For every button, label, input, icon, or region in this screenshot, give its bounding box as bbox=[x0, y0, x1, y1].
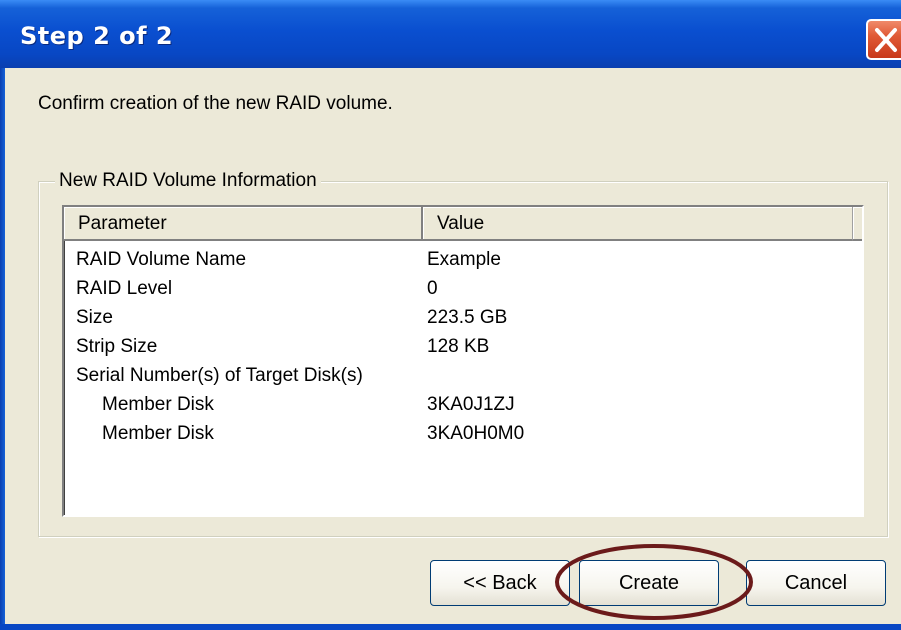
confirm-prompt: Confirm creation of the new RAID volume. bbox=[38, 93, 393, 114]
list-row[interactable]: Size 223.5 GB bbox=[76, 303, 856, 332]
group-label: New RAID Volume Information bbox=[55, 170, 321, 192]
list-row[interactable]: Serial Number(s) of Target Disk(s) bbox=[76, 361, 856, 390]
window-frame-left bbox=[0, 68, 5, 630]
column-header-filler bbox=[853, 207, 862, 241]
row-parameter: Serial Number(s) of Target Disk(s) bbox=[76, 365, 363, 386]
dialog-title: Step 2 of 2 bbox=[20, 22, 174, 50]
row-value bbox=[427, 361, 827, 390]
volume-info-list[interactable]: Parameter Value RAID Volume Name Example… bbox=[62, 205, 864, 517]
close-button[interactable] bbox=[866, 19, 901, 60]
dialog-window: Step 2 of 2 Confirm creation of the new … bbox=[0, 0, 901, 630]
row-value: 128 KB bbox=[427, 336, 490, 357]
row-parameter: Member Disk bbox=[102, 423, 214, 444]
window-frame-bottom bbox=[0, 624, 901, 630]
column-header-value[interactable]: Value bbox=[423, 207, 853, 241]
row-parameter: RAID Level bbox=[76, 278, 173, 299]
column-header-parameter[interactable]: Parameter bbox=[64, 207, 423, 241]
list-row[interactable]: RAID Level 0 bbox=[76, 274, 856, 303]
close-icon bbox=[875, 28, 897, 52]
row-parameter: RAID Volume Name bbox=[76, 249, 247, 270]
list-rows: RAID Volume Name Example RAID Level 0 Si… bbox=[76, 245, 856, 448]
row-value: Example bbox=[427, 249, 501, 270]
row-parameter: Size bbox=[76, 307, 113, 328]
row-value: 3KA0J1ZJ bbox=[427, 394, 515, 415]
list-row[interactable]: Strip Size 128 KB bbox=[76, 332, 856, 361]
row-parameter: Strip Size bbox=[76, 336, 158, 357]
row-value: 3KA0H0M0 bbox=[427, 423, 525, 444]
list-row[interactable]: Member Disk 3KA0H0M0 bbox=[76, 419, 856, 448]
back-button[interactable]: << Back bbox=[430, 560, 570, 606]
list-row[interactable]: Member Disk 3KA0J1ZJ bbox=[76, 390, 856, 419]
row-parameter: Member Disk bbox=[102, 394, 214, 415]
title-bar[interactable]: Step 2 of 2 bbox=[0, 0, 901, 68]
list-header: Parameter Value bbox=[64, 207, 862, 241]
list-row[interactable]: RAID Volume Name Example bbox=[76, 245, 856, 274]
row-value: 223.5 GB bbox=[427, 307, 508, 328]
create-button[interactable]: Create bbox=[579, 560, 719, 606]
cancel-button[interactable]: Cancel bbox=[746, 560, 886, 606]
row-value: 0 bbox=[427, 278, 438, 299]
